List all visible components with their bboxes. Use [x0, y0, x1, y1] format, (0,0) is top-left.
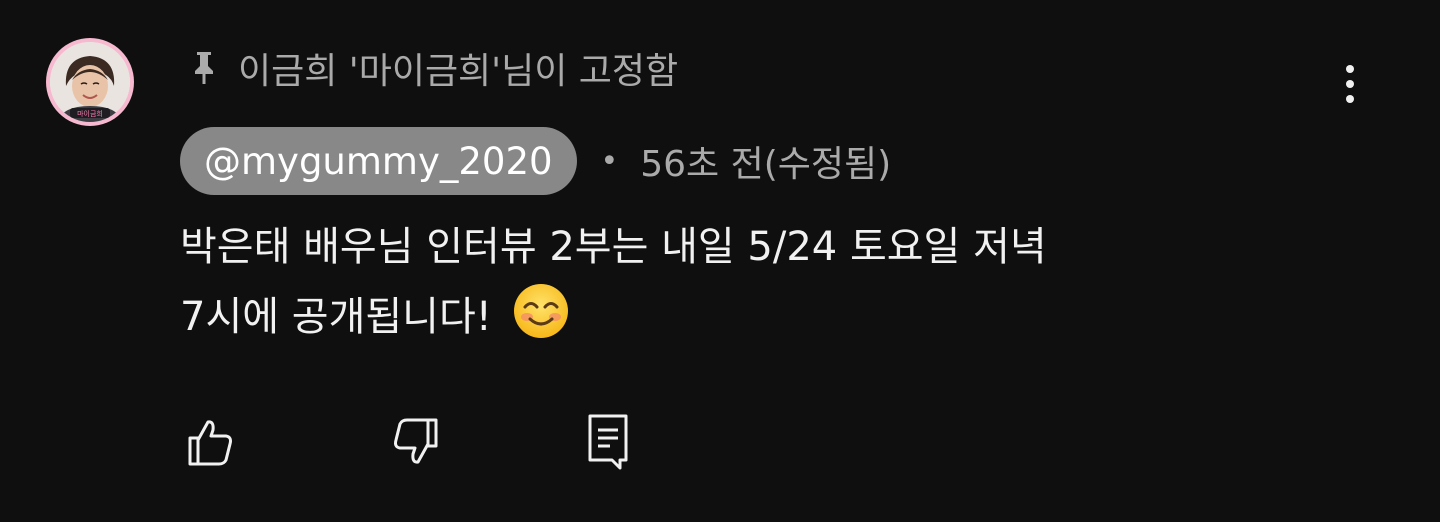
comment-actions	[0, 410, 1440, 480]
smiling-face-icon	[512, 282, 570, 340]
comment-text-line: 박은태 배우님 인터뷰 2부는 내일 5/24 토요일 저녁	[180, 224, 1047, 270]
more-options-button[interactable]	[1326, 54, 1374, 114]
avatar-caption: 마이금희	[77, 109, 103, 118]
author-name[interactable]: @mygummy_2020	[180, 127, 577, 195]
comment-text-segment: 7시에 공개됩니다!	[180, 294, 492, 340]
separator-dot: •	[600, 143, 619, 179]
pinned-comment: 마이금희 이금희 '마이금희'님이 고정함 @mygummy_2020 • 56…	[0, 0, 1440, 522]
reply-comment-icon	[588, 414, 628, 470]
avatar[interactable]: 마이금희	[46, 38, 134, 126]
comment-header: @mygummy_2020 • 56초 전(수정됨)	[180, 127, 891, 195]
thumbs-up-icon	[188, 420, 232, 466]
thumbs-down-icon	[394, 418, 438, 464]
pin-icon	[190, 48, 220, 88]
comment-body: 박은태 배우님 인터뷰 2부는 내일 5/24 토요일 저녁 7시에 공개됩니다…	[180, 212, 1300, 352]
reply-button[interactable]	[576, 410, 640, 474]
dislike-button[interactable]	[384, 410, 448, 474]
like-button[interactable]	[178, 410, 242, 474]
more-vertical-icon	[1346, 65, 1354, 73]
pinned-label: 이금희 '마이금희'님이 고정함	[238, 51, 679, 92]
comment-text-line: 7시에 공개됩니다!	[180, 282, 1300, 352]
pinned-indicator: 이금희 '마이금희'님이 고정함	[190, 42, 678, 94]
avatar-image: 마이금희	[50, 42, 130, 122]
comment-timestamp[interactable]: 56초 전(수정됨)	[640, 135, 891, 187]
